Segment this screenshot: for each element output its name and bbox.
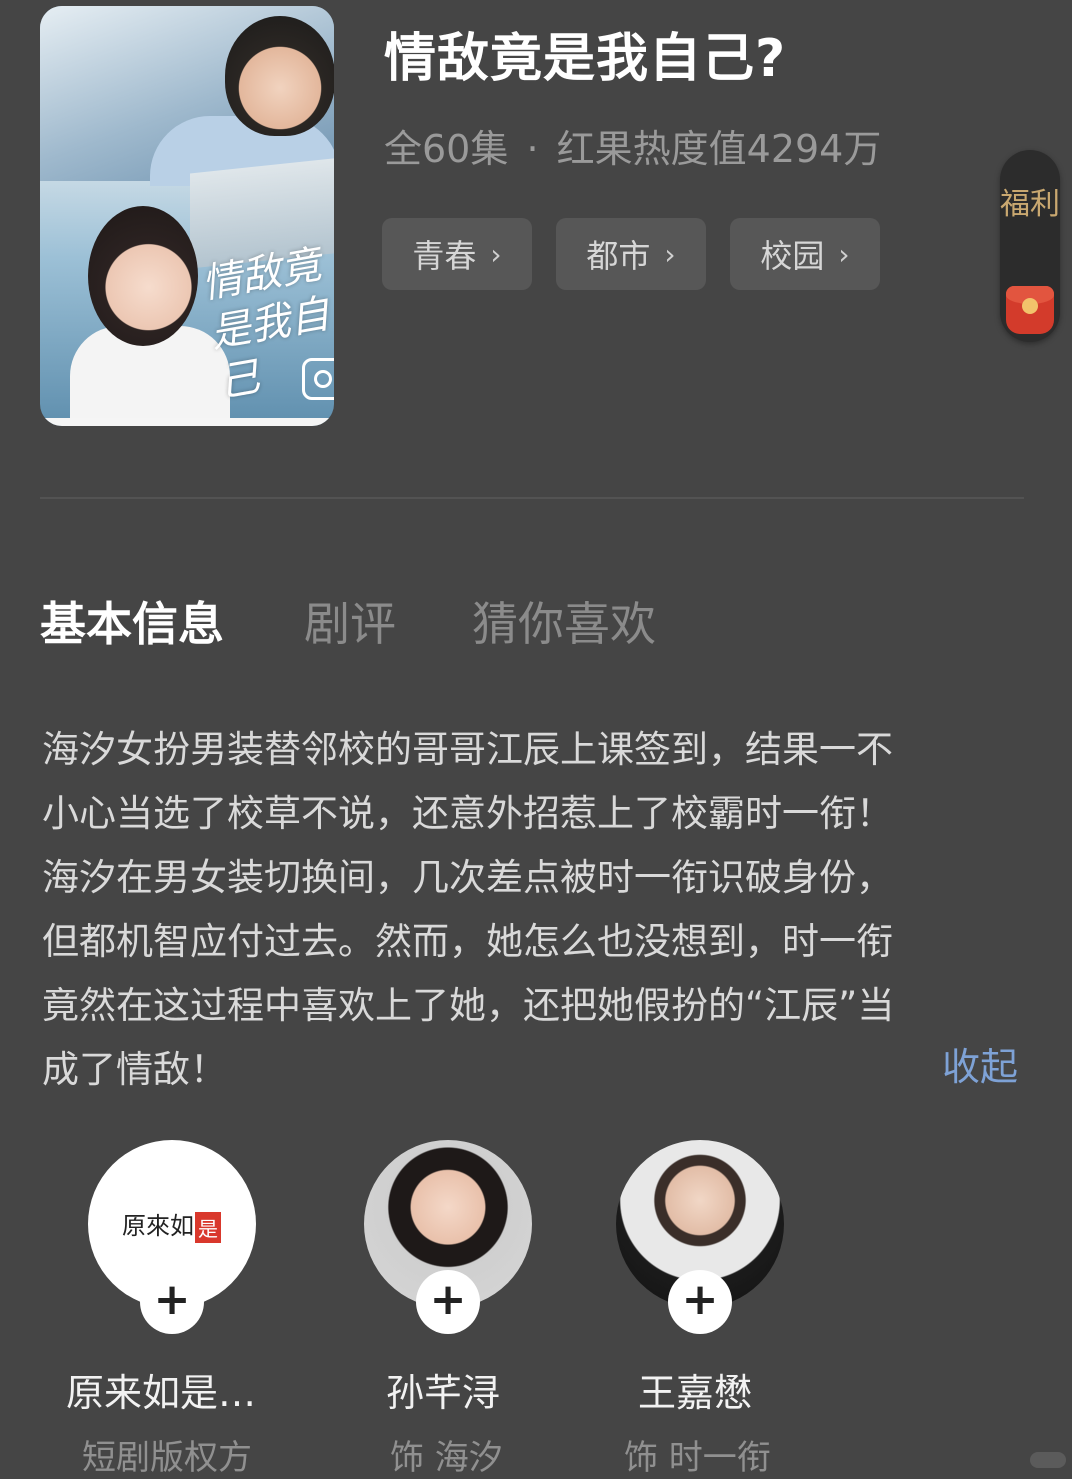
cast-role: 饰 海汐: [390, 1438, 503, 1478]
cast-name: 原来如是…: [66, 1371, 257, 1415]
brand-logo: 原來如是: [122, 1206, 221, 1243]
poster-bottom-edge: [40, 418, 334, 426]
follow-plus-icon[interactable]: +: [416, 1270, 480, 1334]
episode-count: 全60集: [384, 127, 509, 171]
welfare-floating-button[interactable]: 福利: [1000, 150, 1060, 342]
heat-value: 红果热度值4294万: [556, 127, 882, 171]
section-divider: [40, 497, 1024, 499]
cast-name: 王嘉懋: [638, 1371, 753, 1415]
watermark: [1030, 1452, 1066, 1468]
synopsis-line: 但都机智应付过去。然而，她怎么也没想到，时一衔: [42, 920, 893, 963]
meta-separator: ·: [526, 127, 539, 171]
follow-plus-icon[interactable]: +: [668, 1270, 732, 1334]
drama-poster[interactable]: 情敌竟是我自己: [40, 6, 334, 426]
tab-basic-info[interactable]: 基本信息: [40, 588, 224, 654]
synopsis-line: 海汐在男女装切换间，几次差点被时一衔识破身份，: [42, 856, 893, 899]
synopsis-line: 竟然在这过程中喜欢上了她，还把她假扮的“江辰”当: [42, 984, 895, 1027]
synopsis-line: 小心当选了校草不说，还意外招惹上了校霸时一衔！: [42, 792, 893, 835]
collapse-link[interactable]: 收起: [942, 1036, 1018, 1091]
cast-name: 孙芊浔: [386, 1371, 501, 1415]
cast-role: 短剧版权方: [82, 1438, 252, 1478]
welfare-label: 福利: [1000, 187, 1060, 222]
tag-label: 都市: [586, 237, 651, 275]
red-packet-icon: [1006, 286, 1054, 334]
cast-role: 饰 时一衔: [624, 1438, 771, 1478]
synopsis-line: 成了情敌！: [42, 1048, 227, 1091]
tag-chip-dushi[interactable]: 都市 ›: [556, 218, 706, 290]
poster-female-lead-head: [88, 206, 198, 346]
tag-chip-xiaoyuan[interactable]: 校园 ›: [730, 218, 880, 290]
follow-plus-icon[interactable]: +: [140, 1270, 204, 1334]
tag-label: 校园: [760, 237, 825, 275]
tab-recommendations[interactable]: 猜你喜欢: [472, 588, 656, 654]
tag-chip-qingchun[interactable]: 青春 ›: [382, 218, 532, 290]
chevron-right-icon: ›: [664, 237, 676, 271]
drama-title: 情敌竟是我自己?: [384, 29, 787, 89]
poster-male-lead-head: [225, 16, 334, 136]
drama-meta: 全60集 · 红果热度值4294万: [384, 118, 881, 173]
synopsis: 海汐女扮男装替邻校的哥哥江辰上课签到，结果一不 小心当选了校草不说，还意外招惹上…: [42, 718, 1022, 1102]
tab-reviews[interactable]: 剧评: [304, 588, 396, 654]
chevron-right-icon: ›: [838, 237, 850, 271]
poster-logo-icon: [302, 358, 334, 400]
synopsis-line: 海汐女扮男装替邻校的哥哥江辰上课签到，结果一不: [42, 728, 893, 771]
tag-label: 青春: [412, 237, 477, 275]
chevron-right-icon: ›: [490, 237, 502, 271]
